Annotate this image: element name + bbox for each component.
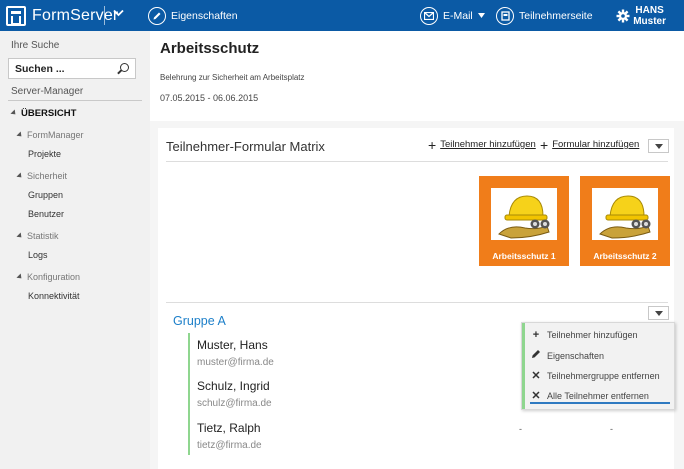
properties-label: Eigenschaften [171, 9, 238, 22]
user-first-name: HANS [635, 5, 664, 16]
pencil-icon [530, 349, 542, 362]
triangle-icon [16, 131, 24, 139]
app-name: FormServer [32, 7, 119, 24]
server-manager-label: Server-Manager [11, 86, 84, 97]
group-dropdown-button[interactable] [648, 306, 669, 320]
participant-email: muster@firma.de [197, 357, 274, 368]
sidebar: Ihre Suche Suchen ... Server-Manager ÜBE… [0, 31, 150, 469]
menu-item-remove-all-participants[interactable]: ✕ Alle Teilnehmer entfernen [530, 389, 649, 402]
main-content: Arbeitsschutz Belehrung zur Sicherheit a… [150, 31, 684, 469]
menu-item-properties[interactable]: Eigenschaften [530, 349, 604, 362]
matrix-cell[interactable]: - [519, 424, 522, 434]
sidebar-group-statistics[interactable]: Statistik [16, 231, 59, 241]
form-tile-label: Arbeitsschutz 2 [593, 251, 657, 261]
gear-icon [616, 9, 630, 22]
matrix-title: Teilnehmer-Formular Matrix [166, 139, 325, 154]
add-participant-link[interactable]: + Teilnehmer hinzufügen [428, 136, 536, 153]
sidebar-group-configuration[interactable]: Konfiguration [16, 272, 80, 282]
caret-down-icon [477, 13, 485, 18]
triangle-icon [10, 109, 18, 117]
group-context-menu: + Teilnehmer hinzufügen Eigenschaften ✕ … [521, 322, 675, 410]
user-last-name: Muster [633, 16, 666, 27]
participant-name[interactable]: Tietz, Ralph [197, 421, 261, 435]
email-label: E-Mail [443, 9, 473, 22]
chevron-down-icon[interactable] [113, 8, 124, 20]
menu-accent [522, 323, 525, 409]
participant-email: tietz@firma.de [197, 440, 262, 451]
group-indicator [188, 333, 190, 455]
matrix-panel: Teilnehmer-Formular Matrix + Teilnehmer … [158, 128, 675, 469]
form-tile-label: Arbeitsschutz 1 [492, 251, 556, 261]
menu-item-add-participant[interactable]: + Teilnehmer hinzufügen [530, 329, 638, 341]
participant-email: schulz@firma.de [197, 398, 272, 409]
pencil-icon [148, 6, 166, 25]
menu-focus-indicator [530, 402, 670, 404]
divider [166, 302, 668, 303]
participant-page-button[interactable]: Teilnehmerseite [496, 0, 593, 31]
triangle-icon [16, 172, 24, 180]
plus-icon: + [540, 136, 549, 153]
matrix-cell[interactable]: - [610, 424, 613, 434]
page-subtitle: Belehrung zur Sicherheit am Arbeitsplatz [160, 73, 305, 82]
sidebar-group-security[interactable]: Sicherheit [16, 171, 67, 181]
envelope-icon [420, 6, 438, 25]
divider [104, 6, 105, 25]
properties-button[interactable]: Eigenschaften [148, 0, 238, 31]
plus-icon: + [428, 136, 437, 153]
group-title[interactable]: Gruppe A [173, 314, 226, 328]
app-logo[interactable]: FormServer [6, 6, 118, 26]
form-tile[interactable]: Arbeitsschutz 2 [580, 176, 670, 266]
top-bar: FormServer Eigenschaften E-Mail Teilnehm… [0, 0, 684, 31]
sidebar-item-connectivity[interactable]: Konnektivität [28, 291, 80, 301]
participant-name[interactable]: Schulz, Ingrid [197, 379, 270, 393]
sidebar-group-formmanager[interactable]: FormManager [16, 130, 84, 140]
page-icon [496, 6, 514, 25]
close-icon: ✕ [531, 390, 541, 402]
sidebar-item-users[interactable]: Benutzer [28, 209, 64, 219]
user-menu[interactable]: HANS Muster [633, 5, 666, 27]
search-icon[interactable] [120, 63, 129, 72]
search-section-label: Ihre Suche [11, 40, 60, 51]
sidebar-item-groups[interactable]: Gruppen [28, 190, 63, 200]
matrix-dropdown-button[interactable] [648, 139, 669, 153]
plus-icon: + [532, 329, 540, 341]
triangle-icon [16, 232, 24, 240]
sidebar-item-overview[interactable]: ÜBERSICHT [10, 108, 76, 119]
form-tile[interactable]: Arbeitsschutz 1 [479, 176, 569, 266]
hardhat-icon [592, 188, 658, 240]
search-placeholder: Suchen ... [15, 63, 65, 75]
divider [166, 161, 668, 162]
sidebar-item-logs[interactable]: Logs [28, 250, 48, 260]
participant-page-label: Teilnehmerseite [519, 9, 593, 22]
hardhat-icon [491, 188, 557, 240]
date-range: 07.05.2015 - 06.06.2015 [160, 93, 259, 103]
formserver-logo-icon [6, 6, 26, 26]
divider [8, 100, 142, 101]
close-icon: ✕ [531, 370, 541, 382]
page-header: Arbeitsschutz Belehrung zur Sicherheit a… [150, 31, 684, 121]
add-form-link[interactable]: + Formular hinzufügen [540, 136, 639, 153]
page-title: Arbeitsschutz [160, 40, 260, 57]
email-button[interactable]: E-Mail [420, 0, 485, 31]
settings-button[interactable] [616, 0, 630, 31]
search-input[interactable]: Suchen ... [8, 58, 136, 79]
menu-item-remove-group[interactable]: ✕ Teilnehmergruppe entfernen [530, 369, 659, 382]
sidebar-item-projects[interactable]: Projekte [28, 149, 61, 159]
triangle-icon [16, 273, 24, 281]
participant-name[interactable]: Muster, Hans [197, 338, 268, 352]
